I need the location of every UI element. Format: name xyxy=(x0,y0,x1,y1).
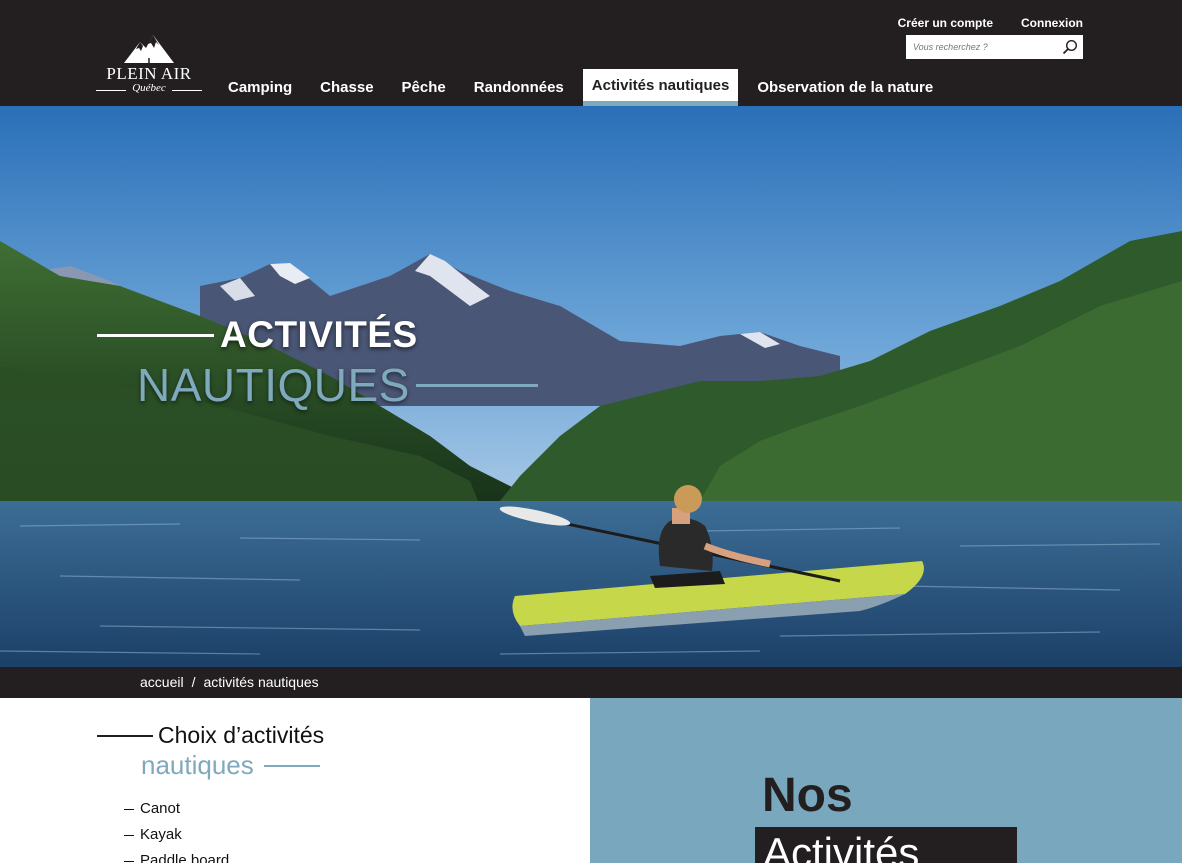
list-dash-icon xyxy=(124,808,134,810)
nav-item-peche[interactable]: Pêche xyxy=(388,69,460,106)
mountain-logo-icon xyxy=(124,35,174,64)
section-title-choix: Choix d’activités xyxy=(158,722,325,748)
panel-heading: Nos xyxy=(762,769,853,822)
account-links: Créer un compte Connexion xyxy=(898,16,1083,30)
nav-item-observation-nature[interactable]: Observation de la nature xyxy=(743,69,947,106)
section-rule-blue xyxy=(263,764,320,767)
site-logo[interactable]: PLEIN AIR Québec xyxy=(94,30,204,98)
nav-item-camping[interactable]: Camping xyxy=(214,69,306,106)
panel-box-text: Activités xyxy=(763,829,920,863)
activity-item-canot[interactable]: Canot xyxy=(124,799,229,825)
brand-rule-right xyxy=(172,90,202,91)
activities-panel: Nos Activités xyxy=(590,698,1182,863)
section-heading-line1: Choix d’activités xyxy=(97,722,324,749)
section-rule-dark xyxy=(97,734,153,737)
hero-heading-line2: NAUTIQUES xyxy=(137,358,538,412)
breadcrumb-trail: accueil / activités nautiques xyxy=(140,674,319,690)
create-account-link[interactable]: Créer un compte xyxy=(898,16,993,30)
hero-title-nautiques: NAUTIQUES xyxy=(137,359,410,411)
nav-item-chasse[interactable]: Chasse xyxy=(306,69,387,106)
section-heading-line2: nautiques xyxy=(141,750,320,781)
hero-rule-white xyxy=(97,333,214,337)
breadcrumb-current: activités nautiques xyxy=(203,674,319,690)
breadcrumb: accueil / activités nautiques xyxy=(0,667,1182,698)
search-box xyxy=(906,35,1083,59)
nav-item-randonnees[interactable]: Randonnées xyxy=(460,69,578,106)
brand-subtitle-wrap: Québec xyxy=(94,82,204,96)
activity-label: Canot xyxy=(140,800,181,817)
section-title-nautiques: nautiques xyxy=(141,750,254,780)
hero-title-activites: ACTIVITÉS xyxy=(220,314,418,355)
hero-banner: ACTIVITÉS NAUTIQUES xyxy=(0,106,1182,667)
list-dash-icon xyxy=(124,860,134,862)
main-nav: Camping Chasse Pêche Randonnées Activité… xyxy=(214,69,947,107)
brand-name: PLEIN AIR xyxy=(106,64,192,83)
site-header: PLEIN AIR Québec Créer un compte Connexi… xyxy=(0,0,1182,107)
panel-highlight-box: Activités xyxy=(755,827,1017,863)
activity-item-kayak[interactable]: Kayak xyxy=(124,825,229,851)
breadcrumb-separator: / xyxy=(191,674,196,690)
nav-item-activites-nautiques[interactable]: Activités nautiques xyxy=(582,69,739,107)
hero-rule-blue xyxy=(415,383,538,387)
activity-label: Kayak xyxy=(140,826,182,843)
activity-label: Paddle board xyxy=(140,852,230,863)
list-dash-icon xyxy=(124,834,134,836)
breadcrumb-home-link[interactable]: accueil xyxy=(140,674,184,690)
login-link[interactable]: Connexion xyxy=(1021,16,1083,30)
hero-heading-line1: ACTIVITÉS xyxy=(97,314,418,356)
search-input[interactable] xyxy=(906,35,1056,59)
activity-item-paddle-board[interactable]: Paddle board xyxy=(124,851,229,863)
activity-list: Canot Kayak Paddle board xyxy=(124,799,229,863)
brand-subtitle: Québec xyxy=(132,82,166,94)
search-icon[interactable] xyxy=(1062,39,1078,55)
